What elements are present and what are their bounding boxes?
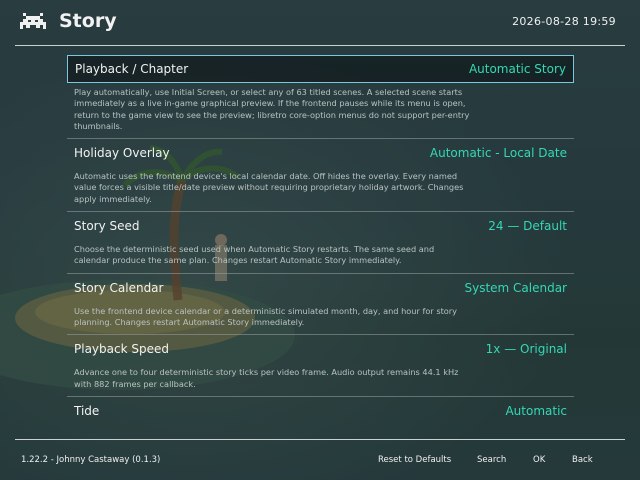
setting-playback-chapter: Playback / Chapter Automatic Story Play … bbox=[67, 55, 574, 138]
settings-list: Playback / Chapter Automatic Story Play … bbox=[67, 55, 574, 433]
setting-row-holiday-overlay[interactable]: Holiday Overlay Automatic - Local Date bbox=[67, 139, 574, 167]
space-invader-icon bbox=[20, 13, 46, 29]
setting-story-seed: Story Seed 24 — Default Choose the deter… bbox=[67, 212, 574, 273]
setting-row-story-calendar[interactable]: Story Calendar System Calendar bbox=[67, 274, 574, 302]
ok-button[interactable]: OK bbox=[533, 455, 545, 465]
setting-label: Tide bbox=[74, 403, 100, 418]
setting-description: Play automatically, use Initial Screen, … bbox=[74, 87, 470, 131]
setting-label: Holiday Overlay bbox=[74, 146, 170, 161]
setting-value: 24 — Default bbox=[488, 219, 567, 234]
setting-label: Story Calendar bbox=[74, 280, 164, 295]
setting-story-calendar: Story Calendar System Calendar Use the f… bbox=[67, 274, 574, 335]
footer-divider bbox=[15, 439, 625, 440]
setting-row-story-seed[interactable]: Story Seed 24 — Default bbox=[67, 212, 574, 240]
back-button[interactable]: Back bbox=[572, 455, 593, 465]
setting-value: System Calendar bbox=[464, 280, 567, 295]
core-info: 1.22.2 - Johnny Castaway (0.1.3) bbox=[21, 455, 161, 465]
setting-row-playback-speed[interactable]: Playback Speed 1x — Original bbox=[67, 335, 574, 363]
clock: 2026-08-28 19:59 bbox=[512, 15, 616, 28]
header-bar: Story 2026-08-28 19:59 bbox=[0, 0, 640, 46]
setting-playback-speed: Playback Speed 1x — Original Advance one… bbox=[67, 335, 574, 396]
setting-description: Choose the deterministic seed used when … bbox=[74, 244, 435, 266]
header-divider bbox=[15, 45, 625, 46]
reset-defaults-button[interactable]: Reset to Defaults bbox=[378, 455, 451, 465]
setting-value: Automatic bbox=[505, 403, 567, 418]
search-button[interactable]: Search bbox=[477, 455, 506, 465]
page-title: Story bbox=[59, 10, 117, 32]
setting-row-tide[interactable]: Tide Automatic bbox=[67, 397, 574, 425]
setting-label: Story Seed bbox=[74, 219, 140, 234]
setting-description: Automatic uses the frontend device's loc… bbox=[74, 171, 464, 204]
setting-row-playback-chapter[interactable]: Playback / Chapter Automatic Story bbox=[67, 55, 574, 83]
setting-description: Advance one to four deterministic story … bbox=[74, 367, 459, 389]
setting-holiday-overlay: Holiday Overlay Automatic - Local Date A… bbox=[67, 139, 574, 211]
setting-value: 1x — Original bbox=[485, 342, 567, 357]
setting-value: Automatic Story bbox=[468, 62, 566, 76]
setting-label: Playback / Chapter bbox=[75, 62, 189, 76]
setting-description: Use the frontend device calendar or a de… bbox=[74, 305, 458, 327]
setting-tide: Tide Automatic bbox=[67, 397, 574, 425]
setting-label: Playback Speed bbox=[74, 342, 169, 357]
setting-value: Automatic - Local Date bbox=[429, 146, 567, 161]
